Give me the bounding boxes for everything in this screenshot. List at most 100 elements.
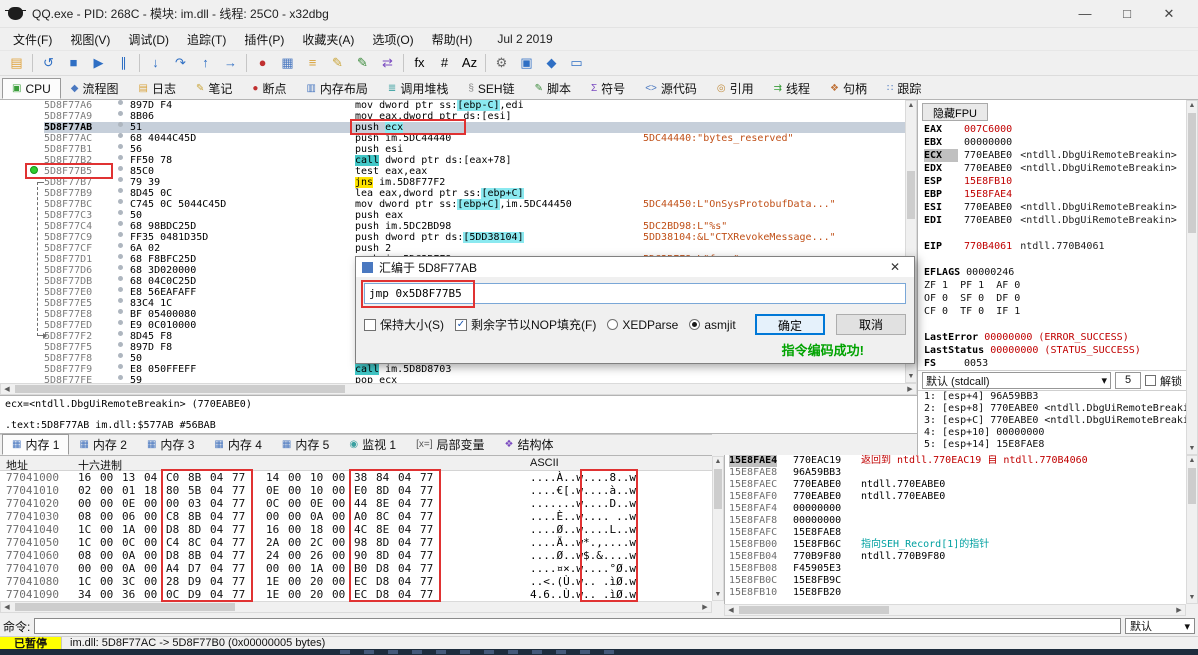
register-value[interactable]: 770EABE0 <box>964 202 1012 213</box>
maximize-button[interactable]: □ <box>1106 6 1148 21</box>
disasm-row[interactable]: 5D8F77B2 FF50 78 call dword ptr ds:[eax+78… <box>0 155 905 166</box>
open-file-button[interactable]: ▤ <box>4 52 29 74</box>
close-button[interactable]: ✕ <box>1148 6 1190 22</box>
tab-memory-2[interactable]: ▦ 内存 2 <box>69 434 136 455</box>
disasm-hscrollbar[interactable]: ◀ ▶ <box>0 383 917 395</box>
menu-item[interactable]: 帮助(H) <box>423 29 482 50</box>
tab-memory-map[interactable]: ▥ 内存布局 <box>296 78 377 99</box>
disasm-row[interactable]: 5D8F77FE 59 pop ecx <box>0 375 905 383</box>
disasm-row[interactable]: 5D8F77A9 8B06 mov eax,dword ptr ds:[esi] <box>0 111 905 122</box>
register-value[interactable]: 0053 <box>964 358 988 369</box>
memory-row[interactable]: 77041010 02 00 01 18 80 5B 04 77 0E 00 10 00 E0 8D 04 77… <box>0 484 712 497</box>
memory-row[interactable]: 77041050 1C 00 0C 00 C4 8C 04 77 2A 00 2C 00 98 8D 04 77… <box>0 536 712 549</box>
dialog-close-icon[interactable]: ✕ <box>882 260 908 274</box>
stack-row[interactable]: 15E8FB00 15E8FB6C 指向SEH_Record[1]的指针 <box>725 539 1186 551</box>
disasm-row[interactable]: 5D8F77CF 6A 02 push 2 <box>0 243 905 254</box>
tab-memory-1[interactable]: ▦ 内存 1 <box>2 434 70 455</box>
tab-log[interactable]: ▤ 日志 <box>129 78 186 99</box>
tab-source[interactable]: <> 源代码 <box>635 78 707 99</box>
tab-notes[interactable]: ✎ 笔记 <box>186 78 242 99</box>
command-input[interactable] <box>34 618 1121 634</box>
run-button[interactable]: ▶ <box>86 52 111 74</box>
disasm-row[interactable]: 5D8F77A6 897D F4 mov dword ptr ss:[ebp-C],… <box>0 100 905 111</box>
register-value[interactable]: 770EABE0 <box>964 163 1012 174</box>
tab-seh[interactable]: § SEH链 <box>458 78 524 99</box>
tab-symbols[interactable]: Σ 符号 <box>581 78 635 99</box>
tab-handles[interactable]: ❖ 句柄 <box>820 78 877 99</box>
keep-size-checkbox[interactable]: 保持大小(S) <box>364 316 444 333</box>
argument-count-stepper[interactable]: 5 <box>1115 372 1141 389</box>
tab-script[interactable]: ✎ 脚本 <box>525 78 581 99</box>
fx-button[interactable]: fx <box>407 52 432 74</box>
tab-memory-3[interactable]: ▦ 内存 3 <box>137 434 204 455</box>
disasm-row[interactable]: 5D8F77C9 FF35 0481D35D push dword ptr ds:[… <box>0 232 905 243</box>
step-into-button[interactable]: ↓ <box>143 52 168 74</box>
tab-cpu[interactable]: ▣ CPU <box>2 78 61 99</box>
assemble-dialog-title-bar[interactable]: 汇编于 5D8F77AB ✕ <box>356 257 914 277</box>
minimize-button[interactable]: — <box>1064 6 1106 21</box>
stop-button[interactable]: ■ <box>61 52 86 74</box>
tab-struct[interactable]: ❖ 结构体 <box>495 434 564 455</box>
disasm-row[interactable]: 5D8F77C4 68 98BDC25D push im.5DC2BD98 5DC2B… <box>0 221 905 232</box>
memory-row[interactable]: 77041070 00 00 0A 00 A4 D7 04 77 00 00 1A 00 B0 D8 04 77… <box>0 562 712 575</box>
stack-vscrollbar[interactable]: ▲ ▼ <box>1186 455 1198 604</box>
menu-item[interactable]: 视图(V) <box>61 29 119 50</box>
stack-row[interactable]: 15E8FAF4 00000000 <box>725 503 1186 515</box>
notes-button[interactable]: ✎ <box>325 52 350 74</box>
memory-row[interactable]: 77041060 08 00 0A 00 D8 8B 04 77 24 00 26 00 90 8D 04 77… <box>0 549 712 562</box>
menu-item[interactable]: 选项(O) <box>363 29 422 50</box>
disasm-row[interactable]: 5D8F77B9 8D45 0C lea eax,dword ptr ss:[ebp… <box>0 188 905 199</box>
memory-map-button[interactable]: ▦ <box>275 52 300 74</box>
disasm-row[interactable]: 5D8F77BC C745 0C 5044C45D mov dword ptr ss… <box>0 199 905 210</box>
tab-watch-1[interactable]: ◉ 监视 1 <box>339 434 406 455</box>
memory-hscrollbar[interactable]: ◀ ▶ <box>0 601 712 613</box>
calling-convention-select[interactable]: 默认 (stdcall) ▾ <box>922 372 1111 389</box>
tab-memory-5[interactable]: ▦ 内存 5 <box>272 434 339 455</box>
tab-memory-4[interactable]: ▦ 内存 4 <box>204 434 271 455</box>
disasm-row[interactable]: 5D8F77B7 79 39 jns im.5D8F77F2 <box>0 177 905 188</box>
register-value[interactable]: 00000000 <box>964 137 1012 148</box>
memory-row[interactable]: 77041000 16 00 13 04 C0 8B 04 77 14 00 10 00 38 84 04 77… <box>0 471 712 484</box>
restart-button[interactable]: ↺ <box>36 52 61 74</box>
step-over-button[interactable]: ↷ <box>168 52 193 74</box>
memory-row[interactable]: 77041080 1C 00 3C 00 28 D9 04 77 1E 00 20 00 EC D8 04 77… <box>0 575 712 588</box>
command-syntax-select[interactable]: 默认 ▾ <box>1125 618 1195 634</box>
fill-nop-checkbox[interactable]: ✓ 剩余字节以NOP填充(F) <box>455 316 596 333</box>
menu-item[interactable]: 收藏夹(A) <box>293 29 363 50</box>
asmjit-radio[interactable]: asmjit <box>689 318 736 332</box>
memory-row[interactable]: 77041020 00 00 0E 00 00 03 04 77 0C 00 0E 00 44 8E 04 77… <box>0 497 712 510</box>
tab-threads[interactable]: ⇉ 线程 <box>764 78 820 99</box>
register-value[interactable]: 00000000 (ERROR_SUCCESS) <box>984 332 1129 343</box>
stack-row[interactable]: 15E8FAF8 00000000 <box>725 515 1186 527</box>
stack-row[interactable]: 15E8FAE8 96A59BB3 <box>725 467 1186 479</box>
script-button[interactable]: ✎ <box>350 52 375 74</box>
breakpoint-dot-icon[interactable] <box>30 166 38 174</box>
tab-breakpoints[interactable]: ● 断点 <box>242 78 296 99</box>
tab-references[interactable]: ◎ 引用 <box>707 78 764 99</box>
cpu-window-button[interactable]: ▣ <box>514 52 539 74</box>
cancel-button[interactable]: 取消 <box>836 314 906 335</box>
disasm-row[interactable]: 5D8F77B5 85C0 test eax,eax <box>0 166 905 177</box>
register-value[interactable]: 007C6000 <box>964 124 1012 135</box>
register-value[interactable]: 00000000 (STATUS_SUCCESS) <box>990 345 1141 356</box>
case-button[interactable]: Az <box>457 52 482 74</box>
unlock-checkbox[interactable] <box>1145 375 1156 386</box>
disasm-row[interactable]: 5D8F77F9 E8 050FFEFF call im.5D8D8703 <box>0 364 905 375</box>
stack-row[interactable]: 15E8FB10 15E8FB20 <box>725 587 1186 599</box>
graph-window-button[interactable]: ◆ <box>539 52 564 74</box>
register-value[interactable]: 770B4061 <box>964 241 1012 252</box>
stack-row[interactable]: 15E8FB0C 15E8FB9C <box>725 575 1186 587</box>
step-out-button[interactable]: ↑ <box>193 52 218 74</box>
stack-row[interactable]: 15E8FAEC 770EABE0 ntdll.770EABE0 <box>725 479 1186 491</box>
tab-call-stack[interactable]: ≣ 调用堆栈 <box>378 78 458 99</box>
stack-row[interactable]: 15E8FB08 F45905E3 <box>725 563 1186 575</box>
disasm-row[interactable]: 5D8F77C3 50 push eax <box>0 210 905 221</box>
register-value[interactable]: 770EABE0 <box>964 150 1012 161</box>
stack-row[interactable]: 15E8FAE4 770EAC19 返回到 ntdll.770EAC19 自 ntd… <box>725 455 1186 467</box>
registers-vscrollbar[interactable]: ▲ ▼ <box>1186 100 1198 455</box>
breakpoints-button[interactable]: ● <box>250 52 275 74</box>
run-to-return-button[interactable]: → <box>218 52 243 74</box>
stack-row[interactable]: 15E8FAFC 15E8FAE8 <box>725 527 1186 539</box>
compare-button[interactable]: ⇄ <box>375 52 400 74</box>
menu-item[interactable]: 追踪(T) <box>178 29 235 50</box>
